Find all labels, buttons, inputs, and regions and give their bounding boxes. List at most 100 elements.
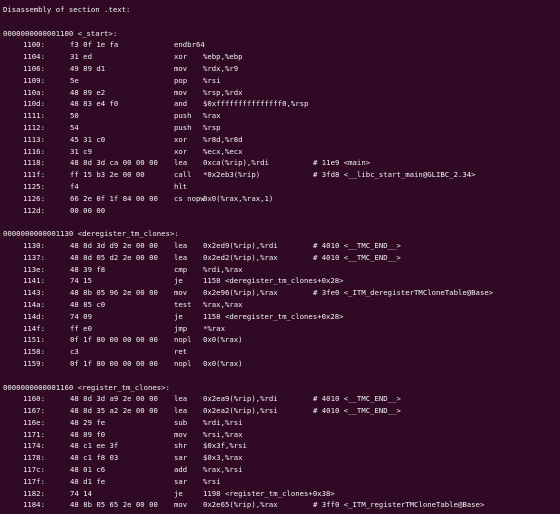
disassembly-header: Disassembly of section .text: bbox=[3, 5, 131, 14]
instruction-operands: %rsp bbox=[203, 122, 221, 132]
instruction-mnemonic: mov bbox=[174, 63, 188, 73]
instruction-bytes: 74 14 bbox=[70, 488, 92, 498]
instruction-row: 117c: 48 01 c6 add %rax,%rsi bbox=[0, 464, 560, 476]
instruction-row: 112d: 00 00 00 bbox=[0, 205, 560, 217]
instruction-address: 1143: bbox=[23, 288, 45, 298]
instruction-bytes: 48 8d 35 a2 2e 00 00 bbox=[70, 406, 158, 416]
instruction-operands: %rax bbox=[203, 111, 221, 121]
instruction-bytes: f3 0f 1e fa bbox=[70, 40, 119, 50]
instruction-mnemonic: sub bbox=[174, 417, 188, 427]
instruction-row: 1158: c3 ret bbox=[0, 346, 560, 358]
instruction-row: 1113: 45 31 c0 xor %r8d,%r8d bbox=[0, 134, 560, 146]
instruction-bytes: 48 89 f0 bbox=[70, 429, 106, 439]
instruction-bytes: 48 8d 3d d9 2e 00 00 bbox=[70, 240, 158, 250]
instruction-address: 114a: bbox=[23, 299, 45, 309]
instruction-mnemonic: mov bbox=[174, 429, 188, 439]
instruction-operands: %r8d,%r8d bbox=[203, 134, 243, 144]
instruction-address: 113e: bbox=[23, 264, 45, 274]
instruction-operands: *%rax bbox=[203, 323, 225, 333]
instruction-operands: %rsi bbox=[203, 476, 221, 486]
instruction-operands: $0x3f,%rsi bbox=[203, 441, 247, 451]
instruction-address: 1158: bbox=[23, 347, 45, 357]
instruction-mnemonic: push bbox=[174, 122, 192, 132]
instruction-row: 113e: 48 39 f8 cmp %rdi,%rax bbox=[0, 264, 560, 276]
instruction-address: 1160: bbox=[23, 394, 45, 404]
instruction-bytes: 48 8d 3d a9 2e 00 00 bbox=[70, 394, 158, 404]
instruction-row: 1104: 31 ed xor %ebp,%ebp bbox=[0, 51, 560, 63]
instruction-mnemonic: endbr64 bbox=[174, 40, 205, 50]
instruction-address: 1151: bbox=[23, 335, 45, 345]
instruction-mnemonic: sar bbox=[174, 453, 188, 463]
instruction-address: 1184: bbox=[23, 500, 45, 510]
instruction-bytes: 48 8d 3d ca 00 00 00 bbox=[70, 158, 158, 168]
instruction-comment: # 4010 <__TMC_END__> bbox=[313, 252, 401, 262]
instruction-bytes: 31 ed bbox=[70, 52, 92, 62]
instruction-row: 1118: 48 8d 3d ca 00 00 00 lea 0xca(%rip),%… bbox=[0, 157, 560, 169]
instruction-address: 1141: bbox=[23, 276, 45, 286]
instruction-row: 1100: f3 0f 1e fa endbr64 bbox=[0, 39, 560, 51]
instruction-row: 1182: 74 14 je 1198 <register_tm_clones+0x3… bbox=[0, 488, 560, 500]
instruction-row: 1125: f4 hlt bbox=[0, 181, 560, 193]
instruction-mnemonic: je bbox=[174, 276, 183, 286]
instruction-address: 1104: bbox=[23, 52, 45, 62]
instruction-operands: $0xfffffffffffffff0,%rsp bbox=[203, 99, 309, 109]
instruction-operands: %rax,%rsi bbox=[203, 465, 243, 475]
instruction-mnemonic: add bbox=[174, 465, 188, 475]
instruction-bytes: 48 29 fe bbox=[70, 417, 106, 427]
instruction-address: 1125: bbox=[23, 181, 45, 191]
instruction-row: 114d: 74 09 je 1158 <deregister_tm_clones+0… bbox=[0, 311, 560, 323]
instruction-operands: %rdi,%rsi bbox=[203, 417, 243, 427]
instruction-address: 1118: bbox=[23, 158, 45, 168]
instruction-row: 1151: 0f 1f 80 00 00 00 00 nopl 0x0(%rax) bbox=[0, 334, 560, 346]
instruction-address: 110d: bbox=[23, 99, 45, 109]
instruction-row: 1143: 48 8b 05 96 2e 00 00 mov 0x2e96(%rip)… bbox=[0, 287, 560, 299]
section-label: 0000000000001160 <register_tm_clones>: bbox=[3, 382, 170, 392]
instruction-row: 110a: 48 89 e2 mov %rsp,%rdx bbox=[0, 87, 560, 99]
instruction-bytes: 48 c1 f8 03 bbox=[70, 453, 119, 463]
instruction-mnemonic: lea bbox=[174, 394, 188, 404]
instruction-mnemonic: nopl bbox=[174, 358, 192, 368]
instruction-operands: *0x2eb3(%rip) bbox=[203, 170, 261, 180]
instruction-bytes: 74 15 bbox=[70, 276, 92, 286]
instruction-row: 1160: 48 8d 3d a9 2e 00 00 lea 0x2ea9(%rip)… bbox=[0, 393, 560, 405]
instruction-operands: 1158 <deregister_tm_clones+0x28> bbox=[203, 276, 344, 286]
instruction-address: 1100: bbox=[23, 40, 45, 50]
instruction-row: 1116: 31 c9 xor %ecx,%ecx bbox=[0, 146, 560, 158]
instruction-address: 1116: bbox=[23, 146, 45, 156]
instruction-row: 116e: 48 29 fe sub %rdi,%rsi bbox=[0, 417, 560, 429]
instruction-mnemonic: mov bbox=[174, 500, 188, 510]
instruction-bytes: 48 c1 ee 3f bbox=[70, 441, 119, 451]
instruction-mnemonic: lea bbox=[174, 240, 188, 250]
instruction-operands: 0x2ea2(%rip),%rsi bbox=[203, 406, 278, 416]
instruction-address: 1174: bbox=[23, 441, 45, 451]
instruction-row: 1112: 54 push %rsp bbox=[0, 122, 560, 134]
instruction-row: 1184: 48 8b 05 65 2e 00 00 mov 0x2e65(%rip)… bbox=[0, 499, 560, 511]
instruction-address: 114d: bbox=[23, 311, 45, 321]
instruction-mnemonic: push bbox=[174, 111, 192, 121]
instruction-address: 1167: bbox=[23, 406, 45, 416]
instruction-operands: 0x2e96(%rip),%rax bbox=[203, 288, 278, 298]
instruction-bytes: 50 bbox=[70, 111, 79, 121]
instruction-mnemonic: ret bbox=[174, 347, 188, 357]
terminal-output[interactable]: Disassembly of section .text: 0000000000… bbox=[0, 0, 560, 514]
instruction-address: 116e: bbox=[23, 417, 45, 427]
instruction-mnemonic: nopl bbox=[174, 335, 192, 345]
instruction-mnemonic: lea bbox=[174, 406, 188, 416]
instruction-row: 1167: 48 8d 35 a2 2e 00 00 lea 0x2ea2(%rip)… bbox=[0, 405, 560, 417]
instruction-row: 114a: 48 85 c0 test %rax,%rax bbox=[0, 299, 560, 311]
instruction-bytes: 0f 1f 80 00 00 00 00 bbox=[70, 335, 158, 345]
instruction-row: 117f: 48 d1 fe sar %rsi bbox=[0, 476, 560, 488]
instruction-operands: %rsi,%rax bbox=[203, 429, 243, 439]
instruction-address: 1178: bbox=[23, 453, 45, 463]
instruction-mnemonic: call bbox=[174, 170, 192, 180]
instruction-bytes: f4 bbox=[70, 181, 79, 191]
instruction-row: 110d: 48 83 e4 f0 and $0xfffffffffffffff0,%… bbox=[0, 98, 560, 110]
instruction-mnemonic: lea bbox=[174, 158, 188, 168]
instruction-bytes: c3 bbox=[70, 347, 79, 357]
instruction-address: 1112: bbox=[23, 122, 45, 132]
instruction-comment: # 3fe0 <_ITM_deregisterTMCloneTable@Base… bbox=[313, 288, 494, 298]
instruction-operands: 0x2ed2(%rip),%rax bbox=[203, 252, 278, 262]
instruction-mnemonic: hlt bbox=[174, 181, 188, 191]
instruction-bytes: 45 31 c0 bbox=[70, 134, 106, 144]
